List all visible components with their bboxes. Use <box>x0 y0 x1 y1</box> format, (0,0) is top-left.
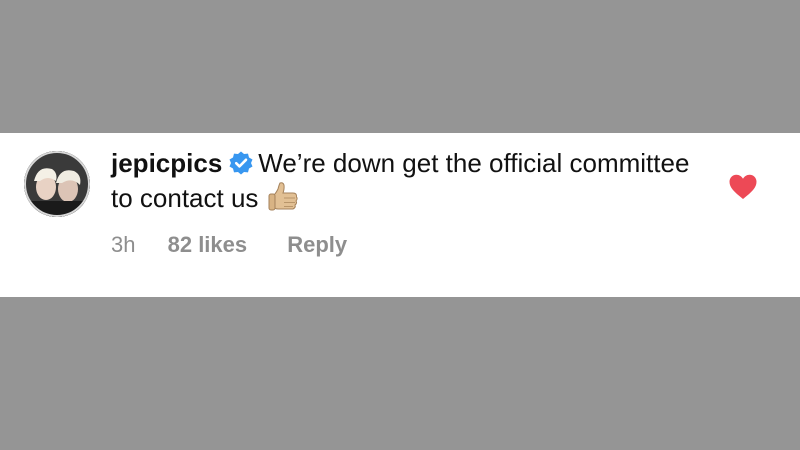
comment-card: jepicpics We’re down get the official co… <box>0 133 800 297</box>
comment-body: jepicpics We’re down get the official co… <box>111 147 701 217</box>
reply-button[interactable]: Reply <box>287 231 347 259</box>
likes-count[interactable]: 82 likes <box>168 231 248 259</box>
avatar-image <box>24 151 90 217</box>
heart-icon[interactable] <box>728 173 758 201</box>
verified-badge-icon <box>228 150 254 176</box>
username[interactable]: jepicpics <box>111 148 222 178</box>
comment-meta: 3h 82 likes Reply <box>111 231 347 259</box>
thumbs-up-icon <box>264 179 302 217</box>
comment-time: 3h <box>111 232 136 257</box>
avatar[interactable] <box>24 151 90 217</box>
